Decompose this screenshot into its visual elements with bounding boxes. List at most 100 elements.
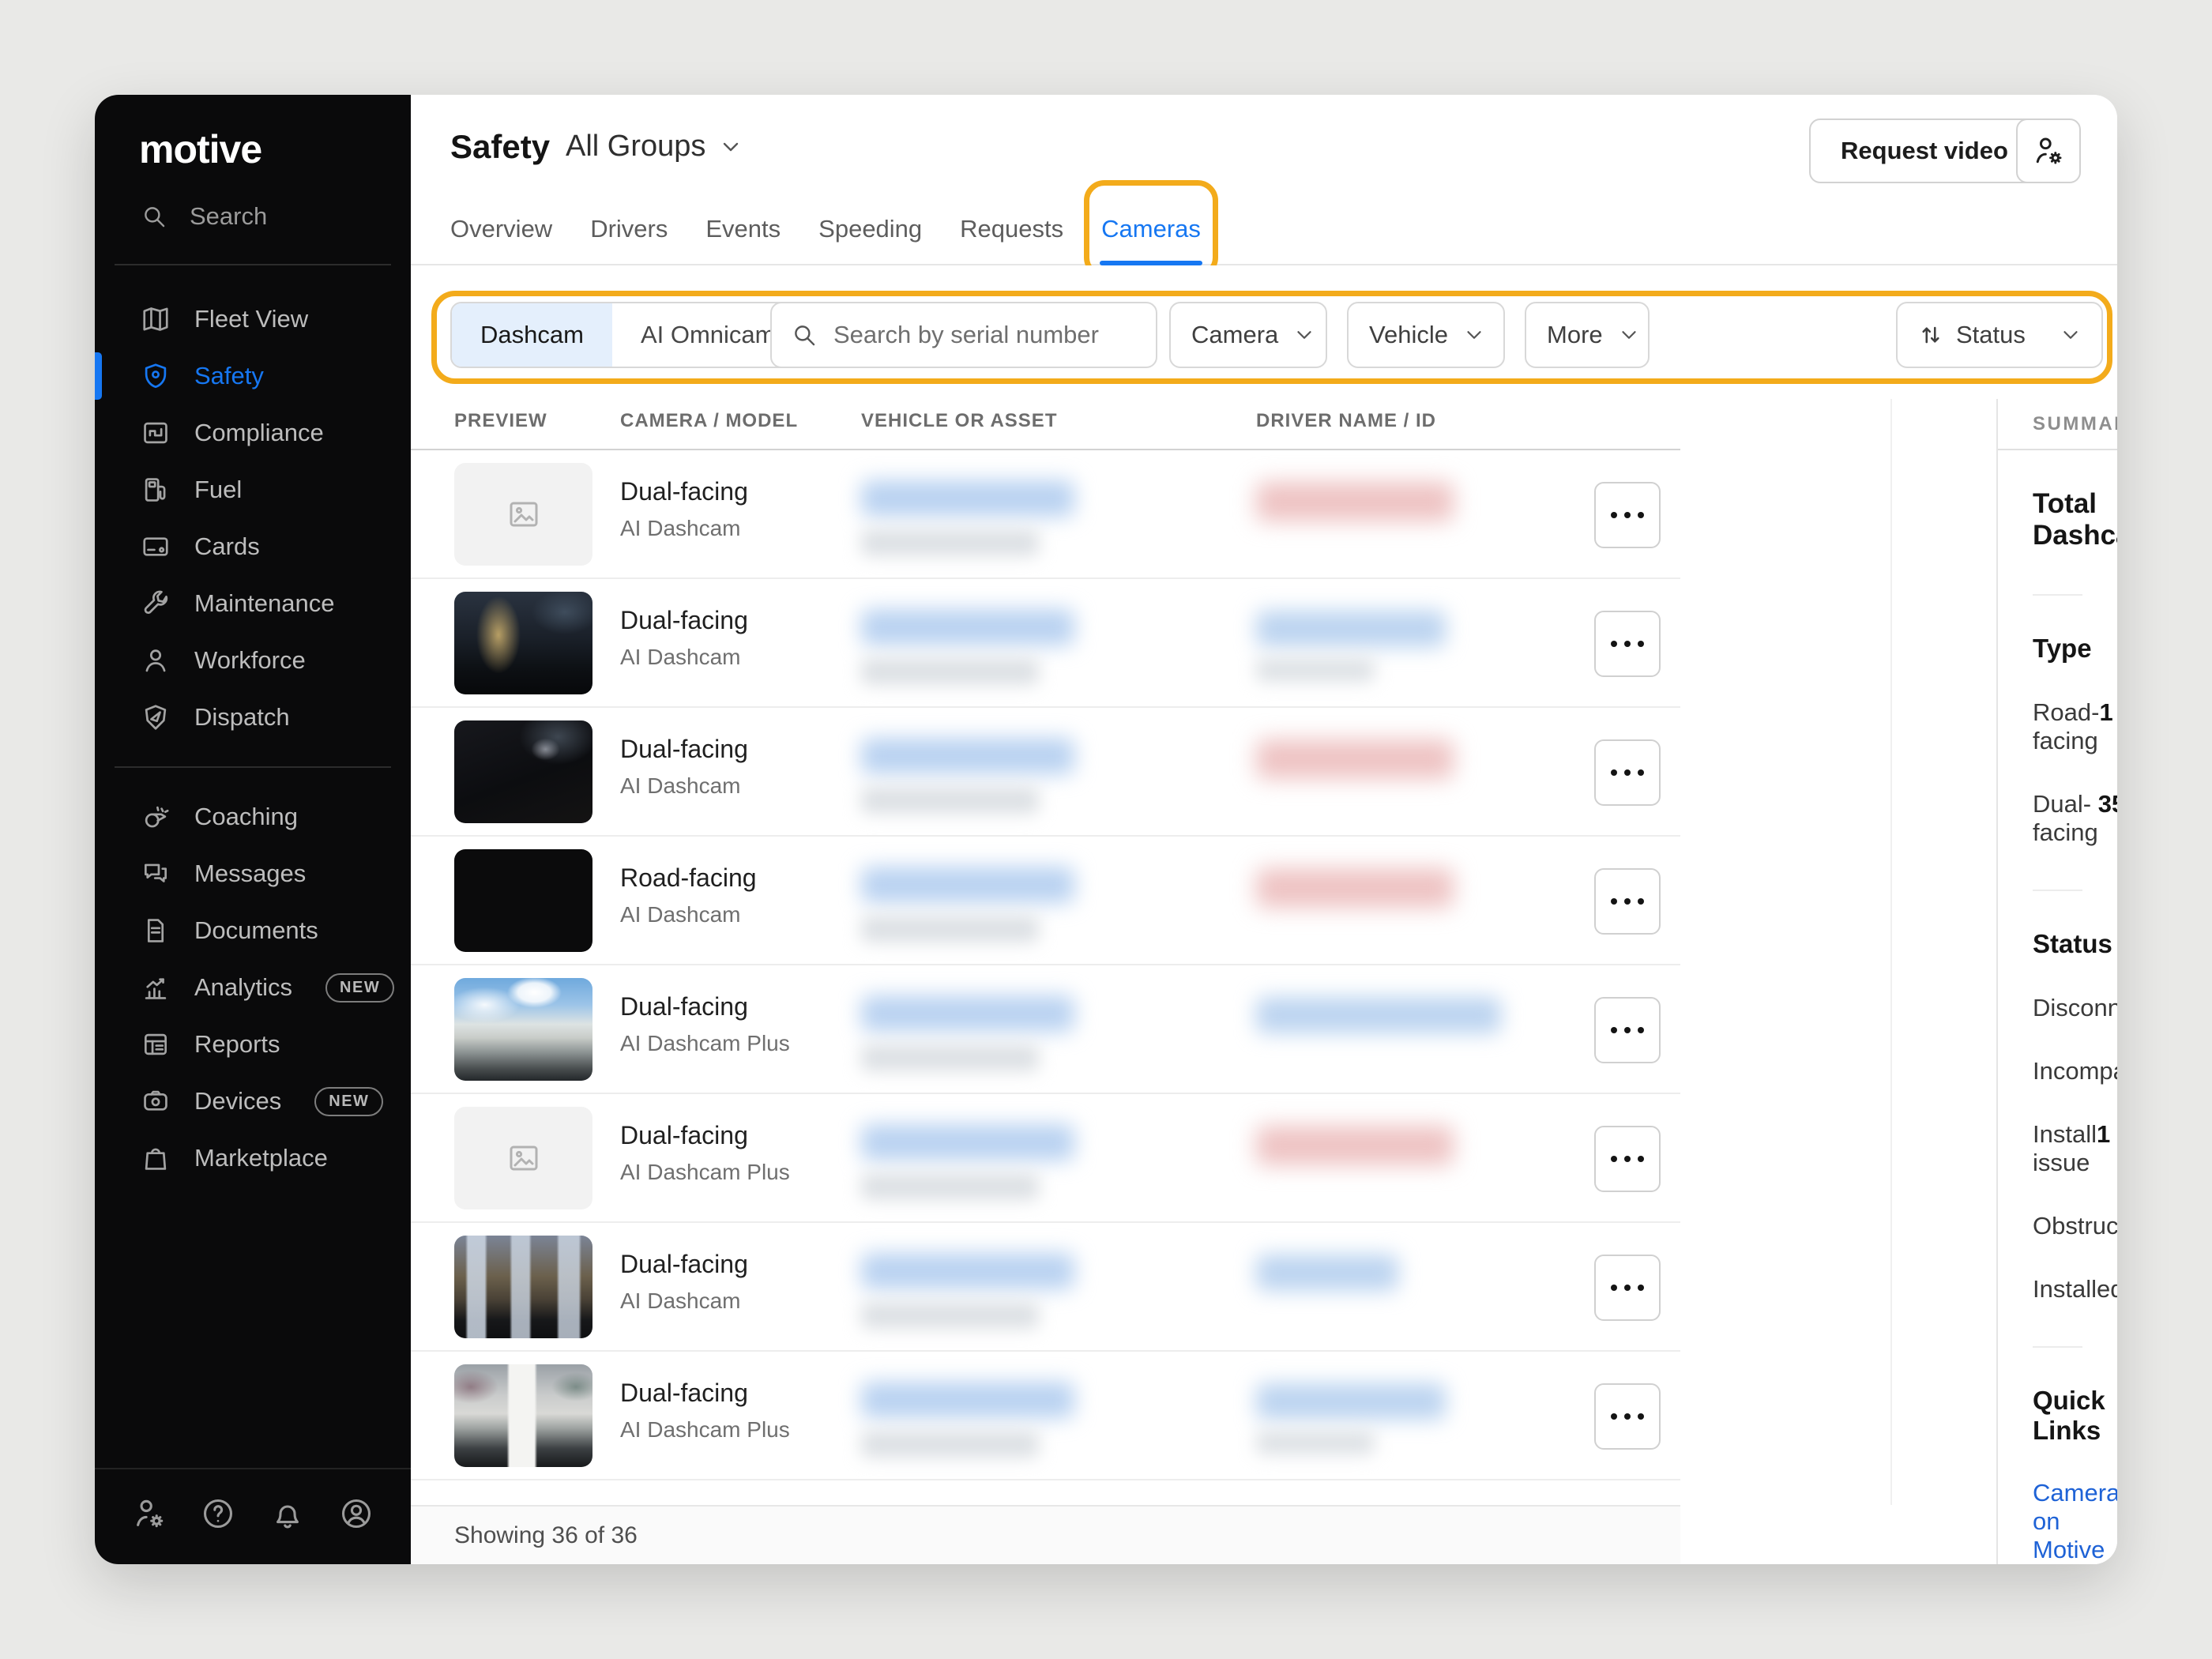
camera-preview-thumbnail[interactable] (454, 463, 592, 566)
sidebar-item-documents[interactable]: Documents (95, 902, 411, 959)
summary-stat-row: Installed 28 (2033, 1275, 2117, 1304)
devices-icon (144, 1090, 167, 1111)
camera-type-segmented-control: Dashcam AI Omnicam (450, 302, 806, 368)
table-header: PREVIEW CAMERA / MODEL VEHICLE OR ASSET … (411, 399, 1680, 450)
request-video-button[interactable]: Request video (1809, 118, 2040, 183)
sidebar-item-analytics[interactable]: Analytics NEW (95, 959, 411, 1016)
tab-drivers[interactable]: Drivers (590, 215, 668, 264)
driver-name-redacted[interactable] (1256, 997, 1501, 1033)
camera-preview-thumbnail[interactable] (454, 720, 592, 823)
stat-label: Road-facing (2033, 698, 2100, 754)
credit-card-icon (143, 537, 168, 556)
driver-name-redacted[interactable] (1256, 739, 1454, 779)
camera-preview-thumbnail[interactable] (454, 1236, 592, 1338)
sidebar-item-reports[interactable]: Reports (95, 1016, 411, 1073)
row-actions-button[interactable] (1594, 611, 1661, 677)
camera-preview-thumbnail[interactable] (454, 978, 592, 1081)
serial-search-field[interactable] (770, 302, 1157, 368)
help-icon[interactable] (200, 1495, 236, 1532)
main-content: Safety All Groups Request video Overview… (411, 95, 2117, 1564)
compliance-icon (144, 422, 167, 444)
summary-heading: SUMMARY (1998, 399, 2117, 450)
camera-type: Dual-facing (620, 1250, 748, 1278)
vehicle-link-redacted[interactable] (861, 1382, 1074, 1458)
sidebar-item-devices[interactable]: Devices NEW (95, 1073, 411, 1130)
table-row: Dual-facing AI Dashcam (411, 579, 1680, 708)
row-actions-button[interactable] (1594, 1255, 1661, 1321)
sort-by-status-dropdown[interactable]: Status (1896, 302, 2103, 368)
stat-label: Install issue (2033, 1120, 2097, 1176)
sidebar-item-label: Maintenance (194, 589, 335, 617)
vehicle-link-redacted[interactable] (861, 609, 1074, 685)
camera-filter-label: Camera (1191, 321, 1279, 348)
vehicle-link-redacted[interactable] (861, 480, 1074, 556)
profile-icon[interactable] (338, 1495, 374, 1532)
stat-value: 35 (2097, 790, 2117, 818)
sidebar-item-fuel[interactable]: Fuel (95, 461, 411, 518)
camera-filter-dropdown[interactable]: Camera (1169, 302, 1327, 368)
sidebar-item-compliance[interactable]: Compliance (95, 404, 411, 461)
vehicle-link-redacted[interactable] (861, 867, 1074, 942)
camera-preview-thumbnail[interactable] (454, 1107, 592, 1209)
sidebar-item-workforce[interactable]: Workforce (95, 632, 411, 689)
sidebar-footer (95, 1480, 411, 1547)
camera-preview-thumbnail[interactable] (454, 592, 592, 694)
driver-name-redacted[interactable] (1256, 1255, 1398, 1291)
search-icon (795, 325, 815, 346)
summary-stat-row: Incompatible 0 (2033, 1057, 2117, 1085)
app-window: motive Search Fleet View Safety Complian… (95, 95, 2117, 1564)
driver-name-redacted[interactable] (1256, 482, 1454, 521)
sidebar-item-cards[interactable]: Cards (95, 518, 411, 575)
camera-preview-thumbnail[interactable] (454, 849, 592, 952)
camera-model: AI Dashcam Plus (620, 1160, 790, 1184)
total-dashcams-label: Total Dashcams (2033, 488, 2117, 551)
table-row: Dual-facing AI Dashcam (411, 1223, 1680, 1352)
tab-speeding[interactable]: Speeding (818, 215, 922, 264)
sidebar-item-dispatch[interactable]: Dispatch (95, 689, 411, 746)
row-actions-button[interactable] (1594, 739, 1661, 806)
tab-requests[interactable]: Requests (960, 215, 1063, 264)
camera-preview-thumbnail[interactable] (454, 1364, 592, 1467)
driver-name-redacted[interactable] (1256, 1383, 1446, 1454)
camera-type: Dual-facing (620, 992, 748, 1021)
sidebar-item-fleet-view[interactable]: Fleet View (95, 291, 411, 348)
sidebar-item-safety[interactable]: Safety (95, 348, 411, 404)
driver-name-redacted[interactable] (1256, 1126, 1454, 1165)
row-actions-button[interactable] (1594, 482, 1661, 548)
sidebar-item-marketplace[interactable]: Marketplace (95, 1130, 411, 1187)
serial-search-input[interactable] (833, 321, 1137, 349)
vehicle-link-redacted[interactable] (861, 995, 1074, 1071)
sidebar-item-coaching[interactable]: Coaching (95, 788, 411, 845)
camera-type: Road-facing (620, 863, 757, 892)
segment-dashcam[interactable]: Dashcam (452, 303, 612, 367)
driver-name-redacted[interactable] (1256, 611, 1446, 682)
vehicle-filter-dropdown[interactable]: Vehicle (1347, 302, 1505, 368)
vehicle-link-redacted[interactable] (861, 1124, 1074, 1200)
tab-events[interactable]: Events (705, 215, 781, 264)
vehicle-link-redacted[interactable] (861, 738, 1074, 814)
table-row: Road-facing AI Dashcam (411, 837, 1680, 965)
sidebar-item-messages[interactable]: Messages (95, 845, 411, 902)
sidebar-search[interactable]: Search (95, 191, 411, 242)
more-filters-dropdown[interactable]: More (1525, 302, 1650, 368)
group-filter-dropdown[interactable]: All Groups (566, 130, 743, 164)
sidebar-item-label: Coaching (194, 803, 298, 830)
tab-overview[interactable]: Overview (450, 215, 552, 264)
bell-icon[interactable] (269, 1495, 306, 1532)
cameras-table: PREVIEW CAMERA / MODEL VEHICLE OR ASSET … (411, 399, 1680, 1564)
sidebar-item-maintenance[interactable]: Maintenance (95, 575, 411, 632)
chevron-down-icon (1622, 331, 1636, 339)
camera-model-cell: Dual-facing AI Dashcam Plus (620, 1121, 790, 1185)
vehicle-link-redacted[interactable] (861, 1253, 1074, 1329)
user-settings-button[interactable] (2016, 118, 2081, 183)
page-title: Safety (450, 128, 551, 165)
link-cameras-on-motive-support[interactable]: Cameras on Motive Support (2033, 1479, 2117, 1564)
user-settings-icon[interactable] (131, 1495, 167, 1532)
row-actions-button[interactable] (1594, 868, 1661, 935)
driver-name-redacted[interactable] (1256, 868, 1454, 908)
sidebar-item-label: Fuel (194, 476, 243, 503)
tab-cameras[interactable]: Cameras (1084, 180, 1218, 278)
row-actions-button[interactable] (1594, 997, 1661, 1063)
row-actions-button[interactable] (1594, 1383, 1661, 1450)
row-actions-button[interactable] (1594, 1126, 1661, 1192)
